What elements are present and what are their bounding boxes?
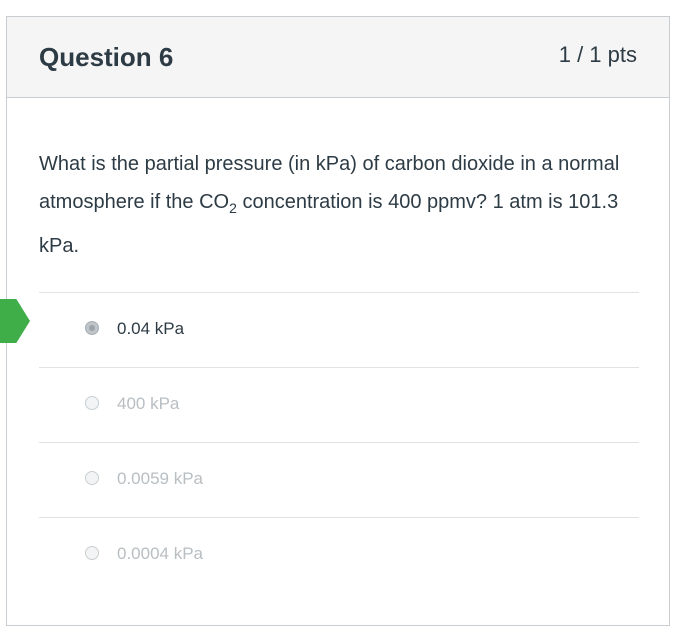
answer-option-1[interactable]: 0.04 kPa bbox=[39, 292, 639, 367]
answer-option-3[interactable]: 0.0059 kPa bbox=[39, 442, 639, 517]
question-points: 1 / 1 pts bbox=[558, 42, 637, 67]
answer-option-4[interactable]: 0.0004 kPa bbox=[39, 517, 639, 592]
radio-icon[interactable] bbox=[85, 546, 99, 560]
radio-icon[interactable] bbox=[85, 471, 99, 485]
radio-selected-icon[interactable] bbox=[85, 321, 99, 335]
answer-label: 0.0059 kPa bbox=[117, 469, 204, 488]
answer-option-2[interactable]: 400 kPa bbox=[39, 367, 639, 442]
question-text: What is the partial pressure (in kPa) of… bbox=[39, 145, 639, 265]
radio-icon[interactable] bbox=[85, 396, 99, 410]
answer-list: 0.04 kPa 400 kPa 0.0059 kPa 0.0004 kPa bbox=[39, 292, 639, 592]
answer-label: 400 kPa bbox=[117, 394, 180, 413]
question-card: Question 6 1 / 1 pts What is the partial… bbox=[6, 16, 670, 626]
question-text-subscript: 2 bbox=[229, 200, 237, 216]
question-title: Question 6 bbox=[39, 42, 174, 72]
answer-label: 0.04 kPa bbox=[117, 319, 185, 338]
question-header: Question 6 1 / 1 pts bbox=[7, 17, 669, 98]
answer-label: 0.0004 kPa bbox=[117, 544, 204, 563]
